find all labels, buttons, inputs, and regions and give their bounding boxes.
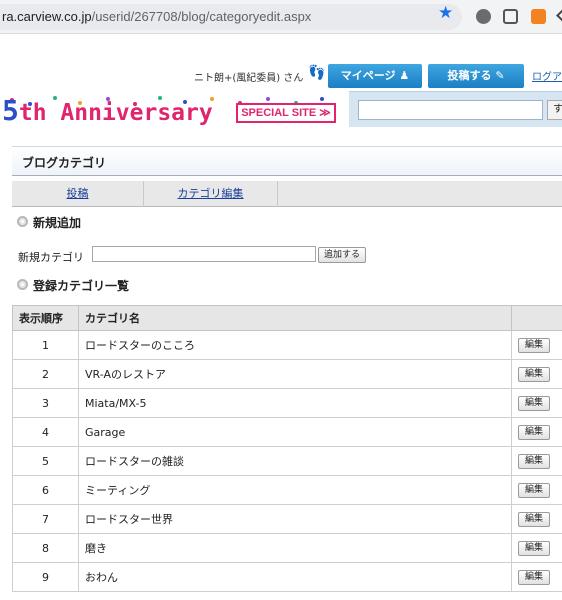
tab-category-edit[interactable]: カテゴリ編集 bbox=[144, 181, 278, 207]
header-actions bbox=[511, 305, 562, 331]
edit-button[interactable]: 編集 bbox=[518, 425, 550, 440]
anniversary-logo[interactable]: 5th Anniversary bbox=[2, 94, 213, 127]
add-category-button[interactable]: 追加する bbox=[318, 247, 366, 263]
edit-button[interactable]: 編集 bbox=[518, 396, 550, 411]
category-actions: 編集 bbox=[511, 388, 562, 418]
search-area: す bbox=[349, 91, 562, 127]
browser-toolbar: ra.carview.co.jp/userid/267708/blog/cate… bbox=[0, 0, 562, 34]
pen-icon: ✎ bbox=[495, 69, 505, 82]
edit-button[interactable]: 編集 bbox=[518, 454, 550, 469]
category-name: ミーティング bbox=[78, 475, 512, 505]
search-button[interactable]: す bbox=[547, 100, 562, 120]
special-site-link[interactable]: SPECIAL SITE ≫ bbox=[236, 103, 336, 123]
edit-button[interactable]: 編集 bbox=[518, 367, 550, 382]
category-table: 表示順序 カテゴリ名 1 ロードスターのこころ 編集 2 VR-Aのレストア 編集 3 Mia… bbox=[12, 305, 562, 592]
table-row: 3 Miata/MX-5 編集 bbox=[12, 388, 562, 418]
chevron-icon[interactable] bbox=[556, 9, 562, 24]
category-actions: 編集 bbox=[511, 504, 562, 534]
table-row: 5 ロードスターの雑談 編集 bbox=[12, 446, 562, 476]
page-title: ブログカテゴリ bbox=[22, 156, 107, 170]
user-greeting: ニト朗+(風紀委員) さん bbox=[194, 73, 304, 84]
category-name: ロードスター世界 bbox=[78, 504, 512, 534]
anniversary-text: th Anniversary bbox=[18, 100, 213, 126]
category-name: 磨き bbox=[78, 533, 512, 563]
table-row: 2 VR-Aのレストア 編集 bbox=[12, 359, 562, 389]
table-row: 4 Garage 編集 bbox=[12, 417, 562, 447]
edit-button[interactable]: 編集 bbox=[518, 512, 550, 527]
post-label: 投稿する bbox=[447, 69, 492, 82]
category-actions: 編集 bbox=[511, 359, 562, 389]
tab-post[interactable]: 投稿 bbox=[12, 181, 144, 207]
table-row: 8 磨き 編集 bbox=[12, 533, 562, 563]
new-category-label: 新規カテゴリ bbox=[18, 251, 84, 264]
category-order: 3 bbox=[12, 388, 79, 418]
edit-button[interactable]: 編集 bbox=[518, 570, 550, 585]
header-order: 表示順序 bbox=[12, 305, 79, 331]
new-category-heading: 新規追加 bbox=[33, 216, 82, 230]
category-order: 9 bbox=[12, 562, 79, 592]
category-order: 5 bbox=[12, 446, 79, 476]
table-row: 1 ロードスターのこころ 編集 bbox=[12, 330, 562, 360]
url-path: /userid/267708/blog/categoryedit.aspx bbox=[91, 9, 312, 24]
edit-button[interactable]: 編集 bbox=[518, 338, 550, 353]
category-actions: 編集 bbox=[511, 330, 562, 360]
category-name: Miata/MX-5 bbox=[78, 388, 512, 418]
edit-button[interactable]: 編集 bbox=[518, 483, 550, 498]
address-bar[interactable]: ra.carview.co.jp/userid/267708/blog/cate… bbox=[0, 4, 462, 30]
category-name: ロードスターの雑談 bbox=[78, 446, 512, 476]
table-row: 9 おわん 編集 bbox=[12, 562, 562, 592]
bookmark-star-icon[interactable]: ★ bbox=[438, 3, 453, 23]
url-host: ra.carview.co.jp bbox=[2, 9, 92, 24]
search-input[interactable] bbox=[358, 100, 543, 120]
url-text[interactable]: ra.carview.co.jp/userid/267708/blog/cate… bbox=[2, 9, 311, 24]
category-actions: 編集 bbox=[511, 446, 562, 476]
category-order: 8 bbox=[12, 533, 79, 563]
category-name: VR-Aのレストア bbox=[78, 359, 512, 389]
header-category-name: カテゴリ名 bbox=[78, 305, 512, 331]
table-row: 7 ロードスター世界 編集 bbox=[12, 504, 562, 534]
category-name: Garage bbox=[78, 417, 512, 447]
category-name: ロードスターのこころ bbox=[78, 330, 512, 360]
category-order: 7 bbox=[12, 504, 79, 534]
category-actions: 編集 bbox=[511, 562, 562, 592]
mypage-button[interactable]: マイページ ♟ bbox=[328, 64, 422, 88]
person-icon: ♟ bbox=[399, 69, 410, 82]
category-order: 6 bbox=[12, 475, 79, 505]
new-category-input[interactable] bbox=[92, 246, 316, 262]
category-order: 4 bbox=[12, 417, 79, 447]
footprint-icon[interactable]: 👣 bbox=[308, 65, 325, 81]
edit-button[interactable]: 編集 bbox=[518, 541, 550, 556]
category-order: 2 bbox=[12, 359, 79, 389]
category-name: おわん bbox=[78, 562, 512, 592]
mypage-label: マイページ bbox=[340, 69, 396, 82]
table-row: 6 ミーティング 編集 bbox=[12, 475, 562, 505]
logout-link[interactable]: ログア bbox=[532, 68, 562, 83]
extension-icon[interactable] bbox=[503, 9, 518, 24]
category-actions: 編集 bbox=[511, 417, 562, 447]
bullet-icon bbox=[17, 216, 28, 227]
anniversary-digit: 5 bbox=[2, 94, 19, 127]
table-header-row: 表示順序 カテゴリ名 bbox=[12, 305, 562, 331]
category-actions: 編集 bbox=[511, 533, 562, 563]
post-button[interactable]: 投稿する ✎ bbox=[428, 64, 524, 88]
category-actions: 編集 bbox=[511, 475, 562, 505]
extension-icon[interactable] bbox=[476, 9, 491, 24]
category-list-heading: 登録カテゴリ一覧 bbox=[33, 279, 130, 293]
bullet-icon bbox=[17, 279, 28, 290]
rss-icon[interactable] bbox=[531, 9, 546, 24]
category-order: 1 bbox=[12, 330, 79, 360]
